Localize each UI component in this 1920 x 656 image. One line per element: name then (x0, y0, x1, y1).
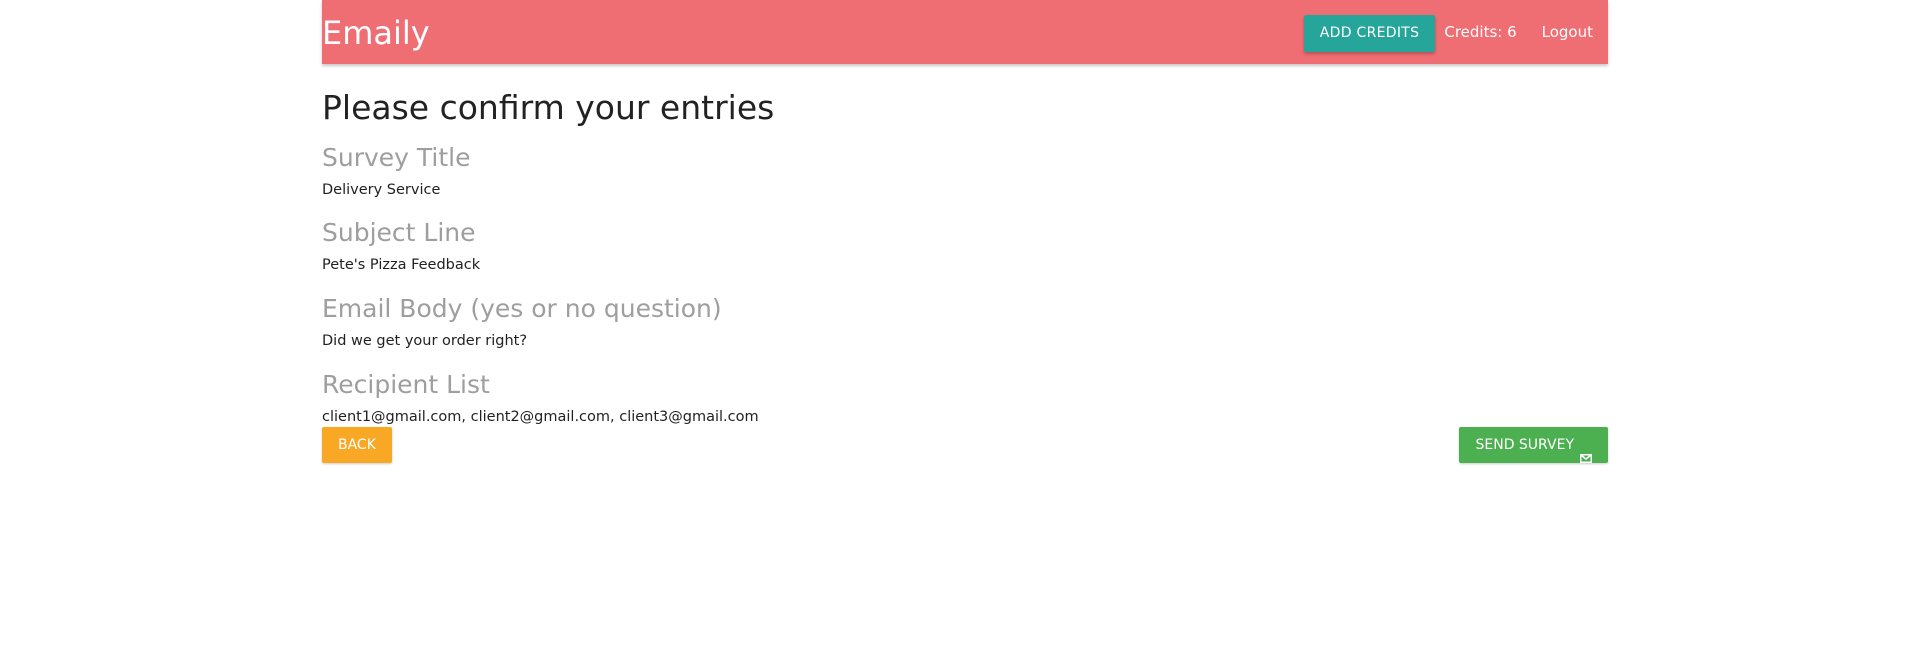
navbar-actions: ADD CREDITS Credits: 6 Logout (1303, 0, 1608, 64)
field-label: Subject Line (322, 218, 476, 247)
field-label: Survey Title (322, 143, 471, 172)
field-label: Recipient List (322, 370, 490, 399)
page-container: Emaily ADD CREDITS Credits: 6 Logout Ple… (322, 0, 1608, 463)
mail-icon (1580, 441, 1592, 463)
navbar: Emaily ADD CREDITS Credits: 6 Logout (322, 0, 1608, 64)
credits-display: Credits: 6 (1444, 23, 1517, 41)
field-value: Pete's Pizza Feedback (322, 257, 481, 273)
field-survey-title: Survey Title Delivery Service (322, 142, 471, 199)
field-value: Did we get your order right? (322, 333, 528, 349)
field-value: client1@gmail.com, client2@gmail.com, cl… (322, 409, 759, 425)
page-title: Please confirm your entries (322, 88, 775, 127)
back-button[interactable]: BACK (322, 427, 392, 463)
send-survey-label: SEND SURVEY (1475, 437, 1574, 453)
add-credits-button[interactable]: ADD CREDITS (1303, 15, 1436, 52)
field-subject-line: Subject Line Pete's Pizza Feedback (322, 217, 480, 274)
brand-logo[interactable]: Emaily (322, 14, 430, 52)
field-recipient-list: Recipient List client1@gmail.com, client… (322, 369, 759, 426)
field-label: Email Body (yes or no question) (322, 294, 722, 323)
send-survey-button[interactable]: SEND SURVEY (1459, 427, 1608, 463)
logout-link[interactable]: Logout (1532, 23, 1608, 41)
field-email-body: Email Body (yes or no question) Did we g… (322, 293, 722, 350)
field-value: Delivery Service (322, 182, 441, 198)
